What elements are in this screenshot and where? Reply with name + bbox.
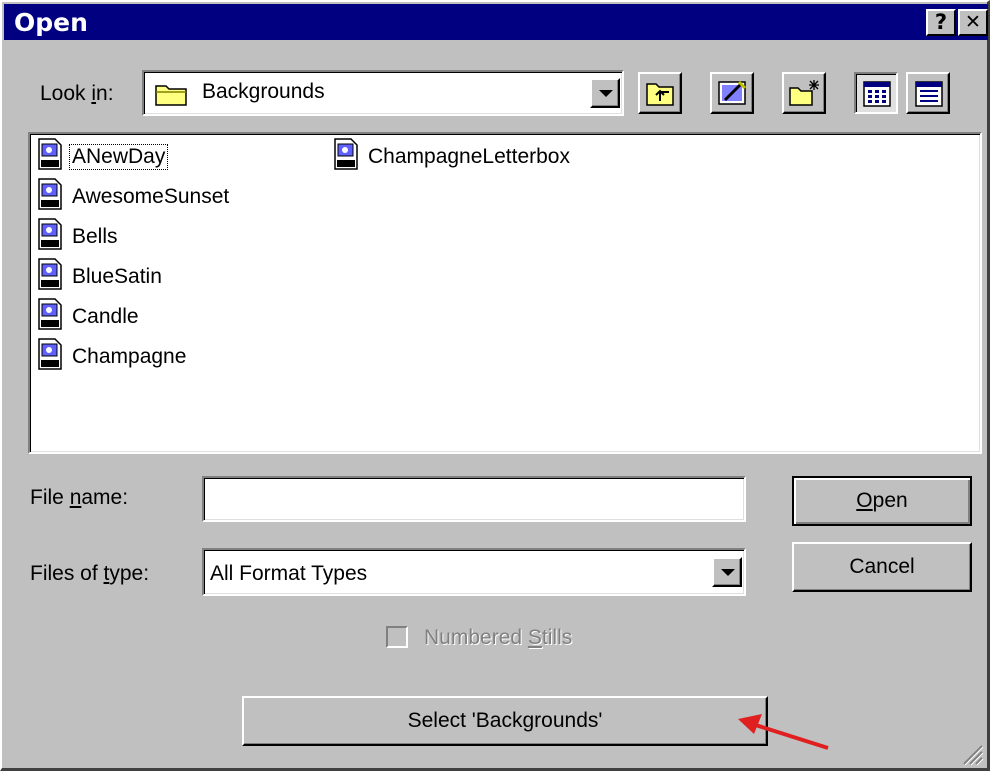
video-file-icon — [36, 178, 64, 216]
video-file-icon — [332, 138, 360, 176]
close-button[interactable]: ✕ — [958, 9, 988, 36]
select-folder-button-label: Select 'Backgrounds' — [407, 709, 603, 732]
file-name-label: ChampagneLetterbox — [368, 145, 570, 168]
annotation-arrow-icon — [738, 714, 829, 750]
video-file-icon — [36, 218, 64, 256]
up-one-level-icon — [645, 79, 675, 112]
video-file-icon — [36, 338, 64, 376]
video-file-icon — [36, 258, 64, 296]
title-bar[interactable]: Open ? ✕ — [4, 4, 988, 40]
files-of-type-select[interactable]: All Format Types — [202, 548, 746, 596]
cancel-button-label: Cancel — [849, 555, 915, 578]
file-name-label: Candle — [72, 305, 139, 328]
video-file-icon — [36, 298, 64, 336]
files-of-type-dropdown-button[interactable] — [712, 557, 742, 587]
numbered-stills-label: Numbered Stills — [424, 626, 573, 649]
file-list[interactable]: ANewDay AwesomeSunset Bells BlueSatin Ca… — [28, 132, 982, 454]
file-name-label: AwesomeSunset — [72, 185, 230, 208]
list-item[interactable]: Candle — [36, 298, 141, 336]
file-name-label: BlueSatin — [72, 265, 162, 288]
up-one-level-button[interactable] — [638, 72, 682, 114]
details-view-icon — [915, 81, 943, 112]
file-name-label: ANewDay — [68, 144, 169, 170]
look-in-label: Look in: — [40, 82, 114, 105]
list-item[interactable]: ChampagneLetterbox — [332, 138, 572, 176]
look-in-dropdown-button[interactable] — [590, 78, 620, 108]
file-name-input[interactable] — [202, 476, 746, 522]
list-item[interactable]: BlueSatin — [36, 258, 164, 296]
help-button[interactable]: ? — [926, 9, 956, 36]
files-of-type-value: All Format Types — [210, 562, 368, 585]
open-button[interactable]: Open — [792, 476, 972, 526]
list-view-button[interactable] — [854, 72, 898, 114]
list-item[interactable]: Bells — [36, 218, 120, 256]
new-folder-button[interactable] — [782, 72, 826, 114]
file-name-label: Champagne — [72, 345, 187, 368]
cancel-button[interactable]: Cancel — [792, 542, 972, 592]
new-folder-icon — [788, 78, 822, 113]
video-file-icon — [36, 138, 64, 176]
resize-grip-icon[interactable] — [960, 742, 984, 766]
details-view-button[interactable] — [906, 72, 950, 114]
look-in-value: Backgrounds — [202, 80, 325, 103]
open-button-label: Open — [856, 489, 908, 512]
list-item[interactable]: AwesomeSunset — [36, 178, 231, 216]
open-dialog: Open ? ✕ Look in: Backgrounds ANewDay Aw… — [0, 0, 990, 771]
desktop-icon — [717, 78, 749, 113]
file-name-label: Bells — [72, 225, 118, 248]
file-name-label: File name: — [30, 486, 129, 509]
files-of-type-label: Files of type: — [30, 562, 150, 585]
list-item[interactable]: ANewDay — [36, 138, 169, 176]
window-title: Open — [14, 8, 88, 37]
list-view-icon — [863, 81, 891, 112]
look-in-combo[interactable]: Backgrounds — [142, 70, 624, 116]
numbered-stills-checkbox[interactable] — [386, 626, 408, 648]
folder-icon — [154, 80, 190, 113]
select-folder-button[interactable]: Select 'Backgrounds' — [242, 696, 768, 746]
desktop-button[interactable] — [710, 72, 754, 114]
list-item[interactable]: Champagne — [36, 338, 188, 376]
